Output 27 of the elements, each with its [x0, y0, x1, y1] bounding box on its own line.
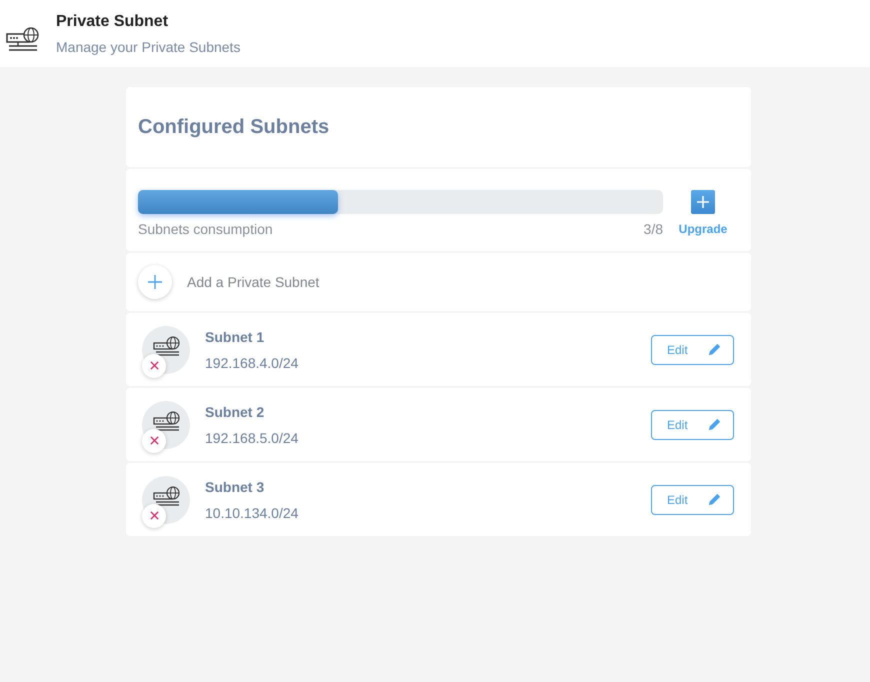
add-subnet-label: Add a Private Subnet — [187, 274, 320, 290]
subnet-cidr: 192.168.4.0/24 — [205, 354, 300, 370]
upgrade-plus-button[interactable] — [691, 190, 715, 214]
subnet-cidr: 192.168.5.0/24 — [205, 430, 300, 446]
page-subtitle: Manage your Private Subnets — [56, 39, 240, 55]
subnet-name: Subnet 1 — [205, 328, 266, 344]
section-title: Configured Subnets — [138, 116, 330, 138]
plus-icon — [697, 196, 709, 208]
upgrade-link[interactable]: Upgrade — [678, 222, 728, 236]
edit-button[interactable]: Edit — [651, 410, 734, 440]
subnet-name: Subnet 3 — [205, 478, 266, 494]
close-icon — [150, 511, 158, 520]
network-globe-icon — [6, 26, 40, 52]
subnet-cidr: 10.10.134.0/24 — [205, 504, 300, 520]
plus-icon — [148, 275, 162, 289]
pencil-icon — [707, 492, 722, 507]
edit-button[interactable]: Edit — [651, 484, 734, 514]
subnet-name: Subnet 2 — [205, 404, 266, 420]
close-icon — [150, 436, 158, 445]
edit-button[interactable]: Edit — [651, 334, 734, 364]
pencil-icon — [707, 342, 722, 357]
usage-label: Subnets consumption — [138, 221, 273, 237]
pencil-icon — [707, 417, 722, 432]
close-icon — [150, 361, 158, 370]
add-button[interactable] — [138, 265, 172, 299]
page-title: Private Subnet — [56, 13, 170, 31]
usage-reading: 3/8 — [644, 221, 663, 237]
